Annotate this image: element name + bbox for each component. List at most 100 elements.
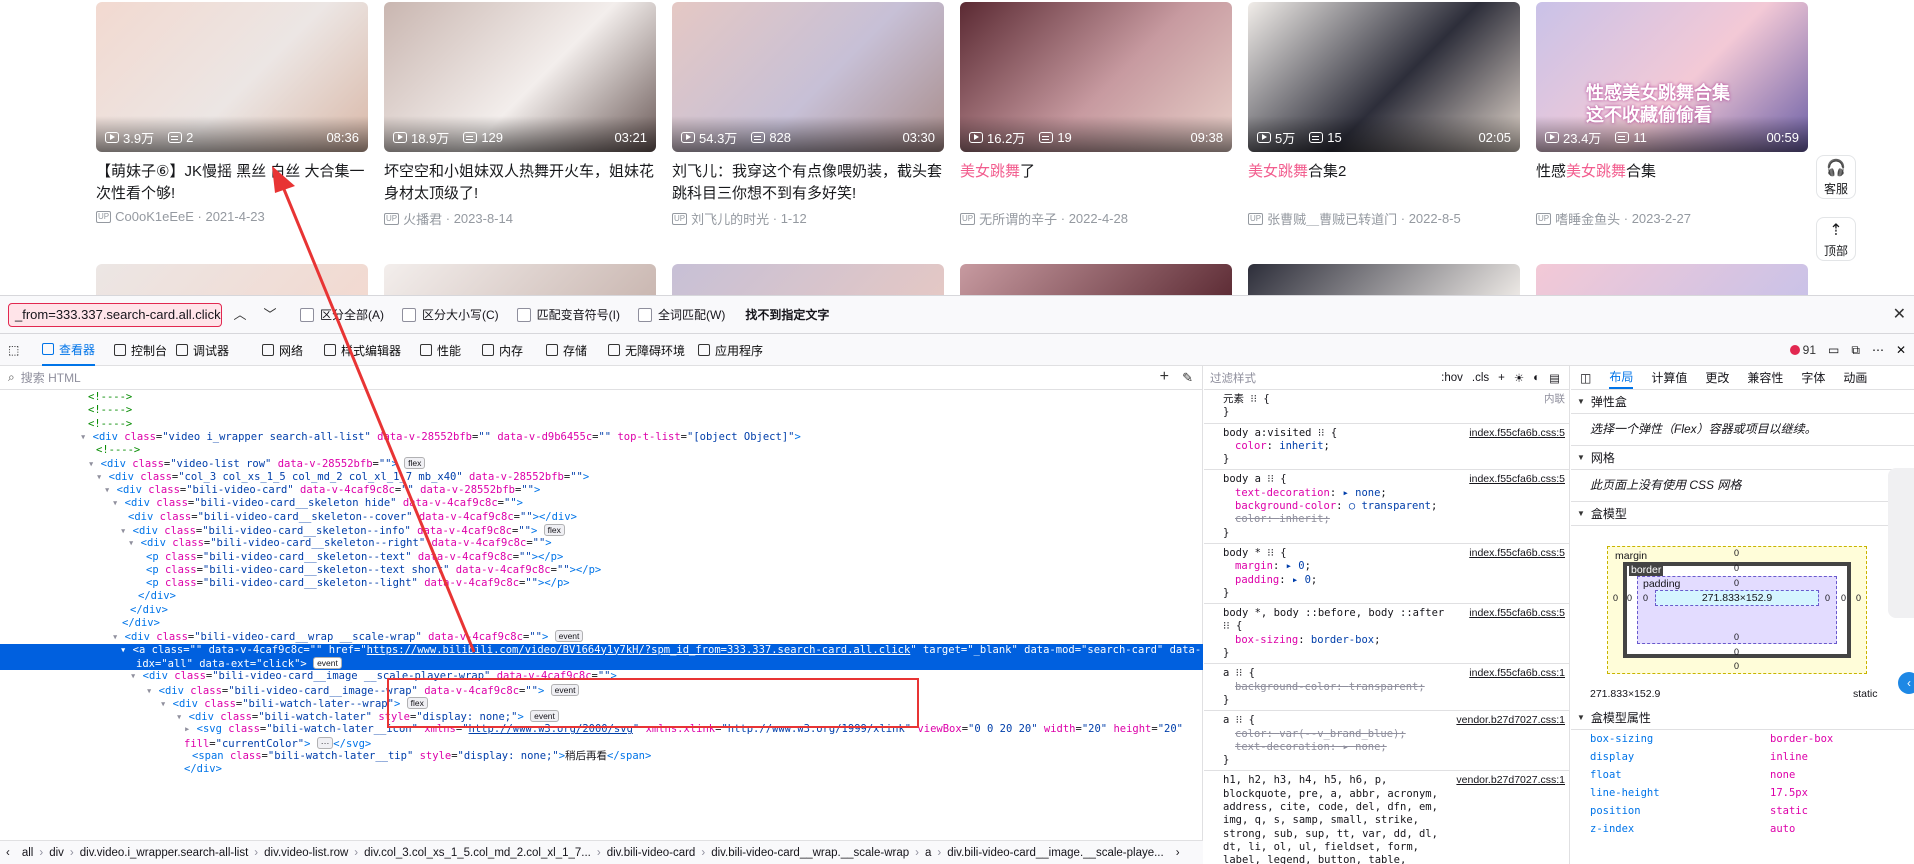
breadcrumb-item[interactable]: all [22, 847, 34, 859]
markup-node[interactable]: <p class="bili-video-card__skeleton--tex… [0, 551, 1203, 564]
sidebar-tab[interactable]: 计算值 [1651, 369, 1687, 386]
floating-action-icon[interactable]: ‹ [1898, 672, 1914, 694]
breadcrumb-item[interactable]: div [49, 847, 64, 859]
css-declaration[interactable]: color: inherit; [1223, 513, 1563, 526]
video-title[interactable]: 美女跳舞了 [960, 161, 1232, 205]
markup-node[interactable]: ▾ <div class="bili-video-card__wrap __sc… [0, 630, 1203, 643]
markup-node[interactable]: fill="currentColor"> ··· </svg> [0, 736, 1203, 750]
sidebar-tab[interactable]: 更改 [1705, 369, 1729, 386]
video-meta[interactable]: UP 无所谓的辛子 · 2022-4-28 [960, 209, 1128, 228]
video-title[interactable]: 美女跳舞合集2 [1248, 161, 1520, 205]
devtools-tab[interactable]: 网络 [262, 334, 303, 366]
devtools-tab[interactable]: 调试器 [176, 334, 229, 366]
close-devtools-icon[interactable]: ✕ [1896, 343, 1906, 357]
markup-node[interactable]: </div> [0, 604, 1203, 617]
markup-node[interactable]: ▾ <div class="video i_wrapper search-all… [0, 431, 1203, 444]
video-thumbnail[interactable]: 54.3万 828 03:30 [672, 2, 944, 152]
markup-node[interactable]: <!----> [0, 444, 1203, 457]
markup-node[interactable]: </div> [0, 590, 1203, 603]
flexbox-section-header[interactable]: ▼ 弹性盒 [1571, 390, 1914, 414]
markup-node[interactable]: ▾ <div class="bili-video-card__skeleton-… [0, 523, 1203, 537]
breadcrumb-next-icon[interactable]: › [1176, 847, 1180, 859]
html-search-input[interactable]: 搜索 HTML [21, 369, 81, 386]
devtools-tab[interactable]: 存储 [546, 334, 587, 366]
video-thumbnail[interactable]: 18.9万 129 03:21 [384, 2, 656, 152]
breadcrumb-item[interactable]: div.video.i_wrapper.search-all-list [80, 847, 249, 859]
breadcrumb-item[interactable]: div.bili-video-card__image.__scale-playe… [947, 847, 1163, 859]
css-rule[interactable]: h1, h2, h3, h4, h5, h6, p, blockquote, p… [1204, 771, 1569, 864]
css-rule[interactable]: body a:visited ⁝⁝ {index.f55cfa6b.css:5 c… [1204, 424, 1569, 471]
eyedropper-icon[interactable]: ✎ [1182, 370, 1193, 386]
video-meta[interactable]: UP 刘飞儿的时光 · 1-12 [672, 209, 807, 228]
markup-node[interactable]: ▾ <div class="col_3 col_xs_1_5 col_md_2 … [0, 471, 1203, 484]
markup-node[interactable]: </div> [0, 617, 1203, 630]
breadcrumb-item[interactable]: div.video-list.row [264, 847, 348, 859]
markup-node[interactable]: ▾ <div class="bili-video-card__skeleton-… [0, 537, 1203, 550]
markup-node[interactable]: idx="all" data-ext="click"> event [0, 656, 1203, 671]
match-case-checkbox[interactable]: 区分大小写(C) [402, 306, 499, 323]
video-thumbnail[interactable] [96, 264, 368, 295]
css-declaration[interactable]: box-sizing: border-box; [1223, 634, 1563, 647]
css-declaration[interactable]: color: inherit; [1223, 440, 1563, 453]
video-title[interactable]: 刘飞儿：我穿这个有点像喂奶装，截头套跳科目三你想不到有多好笑! [672, 161, 944, 205]
rule-source-link[interactable]: index.f55cfa6b.css:5 [1469, 473, 1565, 486]
rule-source-link[interactable]: vendor.b27d7027.css:1 [1456, 774, 1565, 787]
markup-node[interactable]: <!----> [0, 404, 1203, 417]
find-previous-button[interactable]: ︿ [228, 303, 252, 327]
breadcrumb-item[interactable]: a [925, 847, 931, 859]
video-title[interactable]: 性感美女跳舞合集 [1536, 161, 1808, 205]
match-diacritics-checkbox[interactable]: 匹配变音符号(I) [516, 306, 620, 323]
css-declaration[interactable]: padding: ▸ 0; [1223, 574, 1563, 587]
markup-node[interactable]: <span class="bili-watch-later__tip" styl… [0, 750, 1203, 763]
filter-styles-input[interactable]: 过滤样式 [1210, 370, 1441, 386]
devtools-tab[interactable]: 查看器 [42, 334, 96, 366]
video-meta[interactable]: UP Co0oK1eEeE · 2021-4-23 [96, 209, 265, 224]
boxmodel-section-header[interactable]: ▼ 盒模型 [1571, 502, 1914, 526]
rule-source-link[interactable]: index.f55cfa6b.css:5 [1469, 607, 1565, 620]
devtools-tab[interactable]: 无障碍环境 [608, 334, 685, 366]
devtools-tab[interactable]: 控制台 [114, 334, 167, 366]
rule-source-link[interactable]: 内联 [1544, 393, 1565, 406]
devtools-tab[interactable]: 内存 [482, 334, 523, 366]
css-rule[interactable]: 元素 ⁝⁝ {内联} [1204, 390, 1569, 424]
video-thumbnail[interactable] [1536, 264, 1808, 295]
grid-section-header[interactable]: ▼ 网格 [1571, 446, 1914, 470]
video-meta[interactable]: UP 张曹贼＿曹贼已转道门 · 2022-8-5 [1248, 209, 1461, 228]
cls-toggle[interactable]: .cls [1472, 372, 1489, 384]
video-thumbnail[interactable] [1248, 264, 1520, 295]
markup-tree[interactable]: <!----> <!----> <!----> ▾ <div class="video… [0, 391, 1203, 836]
add-node-icon[interactable]: + [1160, 368, 1169, 386]
box-model-property[interactable]: display inline [1590, 748, 1914, 766]
box-model-content[interactable]: 271.833×152.9 [1655, 590, 1819, 606]
rule-source-link[interactable]: vendor.b27d7027.css:1 [1456, 714, 1565, 727]
video-thumbnail[interactable] [960, 264, 1232, 295]
css-rule[interactable]: body a ⁝⁝ {index.f55cfa6b.css:5 text-deco… [1204, 470, 1569, 544]
sidebar-tab[interactable]: 布局 [1609, 367, 1634, 389]
css-declaration[interactable]: color: var(--v_brand_blue); [1223, 728, 1563, 741]
dark-theme-icon[interactable]: ◐ [1533, 372, 1540, 384]
more-options-icon[interactable]: ⋯ [1872, 343, 1884, 357]
css-declaration[interactable]: background-color: transparent; [1223, 681, 1563, 694]
sidebar-tab[interactable]: 动画 [1843, 369, 1867, 386]
hov-toggle[interactable]: :hov [1441, 372, 1463, 384]
markup-node[interactable]: ▾ <div class="bili-video-card" data-v-4c… [0, 484, 1203, 497]
css-rule[interactable]: body * ⁝⁝ {index.f55cfa6b.css:5 margin: ▸… [1204, 544, 1569, 605]
box-model-property[interactable]: z-index auto [1590, 820, 1914, 838]
toggle-sidebar-icon[interactable]: ◫ [1580, 371, 1591, 385]
whole-words-checkbox[interactable]: 全词匹配(W) [638, 306, 725, 323]
sidebar-tab[interactable]: 兼容性 [1747, 369, 1783, 386]
video-thumbnail[interactable] [672, 264, 944, 295]
rule-source-link[interactable]: index.f55cfa6b.css:5 [1469, 547, 1565, 560]
responsive-design-icon[interactable]: ▭ [1828, 343, 1839, 357]
light-theme-icon[interactable]: ☀ [1514, 371, 1524, 385]
markup-node[interactable]: <!----> [0, 418, 1203, 431]
devtools-tab[interactable]: 性能 [420, 334, 461, 366]
devtools-tab[interactable]: 样式编辑器 [324, 334, 401, 366]
markup-node[interactable]: ▾ <div class="video-list row" data-v-285… [0, 457, 1203, 470]
video-meta[interactable]: UP 嗜睡金鱼头 · 2023-2-27 [1536, 209, 1691, 228]
box-model-property[interactable]: line-height 17.5px [1590, 784, 1914, 802]
back-to-top-button[interactable]: ⇡ 顶部 [1816, 217, 1856, 261]
devtools-tab[interactable]: 应用程序 [698, 334, 763, 366]
markup-node[interactable]: ▾ <a class="" data-v-4caf9c8c="" href="h… [0, 643, 1203, 657]
breadcrumb-prev-icon[interactable]: ‹ [6, 847, 10, 859]
